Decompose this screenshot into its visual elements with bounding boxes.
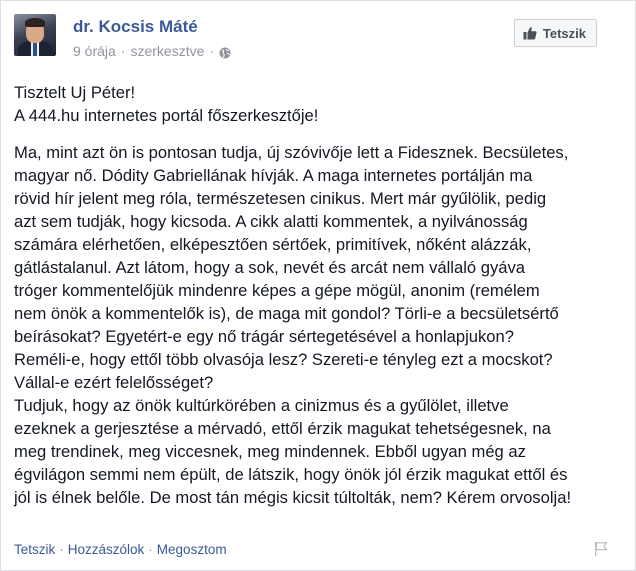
text-line: Ma, mint azt ön is pontosan tudja, új sz…: [14, 143, 569, 162]
text-line: azt sem tudják, hogy kicsoda. A cikk ala…: [14, 212, 528, 231]
text-line: nem önök a kommentelők is), de maga mit …: [14, 304, 559, 323]
share-action[interactable]: Megosztom: [157, 542, 227, 557]
like-action[interactable]: Tetszik: [14, 542, 55, 557]
author-avatar[interactable]: [14, 14, 56, 56]
text-line: jól is élnek belőle. De most tán mégis k…: [14, 488, 572, 507]
text-line: meg trendinek, meg viccesnek, meg minden…: [14, 442, 526, 461]
text-line: ezeknek a gerjesztése a mérvadó, ettől é…: [14, 419, 551, 438]
action-separator: ·: [59, 542, 64, 557]
text-line: beírásokat? Egyetért-e egy nő trágár sér…: [14, 327, 514, 346]
paragraph-2: Tudjuk, hogy az önök kultúrkörében a cin…: [14, 394, 622, 509]
post-body: Tisztelt Uj Péter! A 444.hu internetes p…: [14, 81, 622, 509]
action-separator: ·: [148, 542, 153, 557]
paragraph-1: Ma, mint azt ön is pontosan tudja, új sz…: [14, 141, 622, 394]
post-actions: Tetszik · Hozzászólok · Megosztom: [14, 542, 227, 557]
text-line: számára elérhetően, elképesztően sértőek…: [14, 235, 532, 254]
text-line: rövid hír jelent meg róla, természetesen…: [14, 189, 547, 208]
globe-icon[interactable]: [219, 46, 231, 58]
post-time[interactable]: 9 órája: [73, 43, 116, 59]
text-line: Tisztelt Uj Péter!: [14, 83, 136, 102]
text-line: Reméli-e, hogy ettől több olvasója lesz?…: [14, 350, 553, 369]
text-line: Tudjuk, hogy az önök kultúrkörében a cin…: [14, 396, 509, 415]
author-name[interactable]: dr. Kocsis Máté: [73, 17, 198, 37]
text-line: tróger kommentelőjük mindenre képes a gé…: [14, 281, 540, 300]
thumbs-up-icon: [523, 26, 537, 40]
comment-action[interactable]: Hozzászólok: [68, 542, 145, 557]
page-like-label: Tetszik: [542, 25, 586, 41]
text-line: A 444.hu internetes portál főszerkesztőj…: [14, 106, 319, 125]
text-line: Vállal-e ezért felelősséget?: [14, 373, 214, 392]
edited-label[interactable]: szerkesztve: [130, 43, 204, 59]
text-line: magyar nő. Dódity Gabriellának hívják. A…: [14, 166, 533, 185]
post-meta: 9 órája · szerkesztve ·: [73, 43, 231, 59]
meta-separator: ·: [120, 43, 126, 59]
post-card: dr. Kocsis Máté 9 órája · szerkesztve · …: [0, 0, 636, 571]
flag-icon[interactable]: [593, 541, 609, 557]
greeting: Tisztelt Uj Péter! A 444.hu internetes p…: [14, 81, 622, 127]
page-like-button[interactable]: Tetszik: [513, 19, 597, 47]
meta-separator: ·: [209, 43, 215, 59]
text-line: gátlástalanul. Azt látom, hogy a sok, ne…: [14, 258, 526, 277]
text-line: égvilágon semmi nem épült, de látszik, h…: [14, 465, 568, 484]
